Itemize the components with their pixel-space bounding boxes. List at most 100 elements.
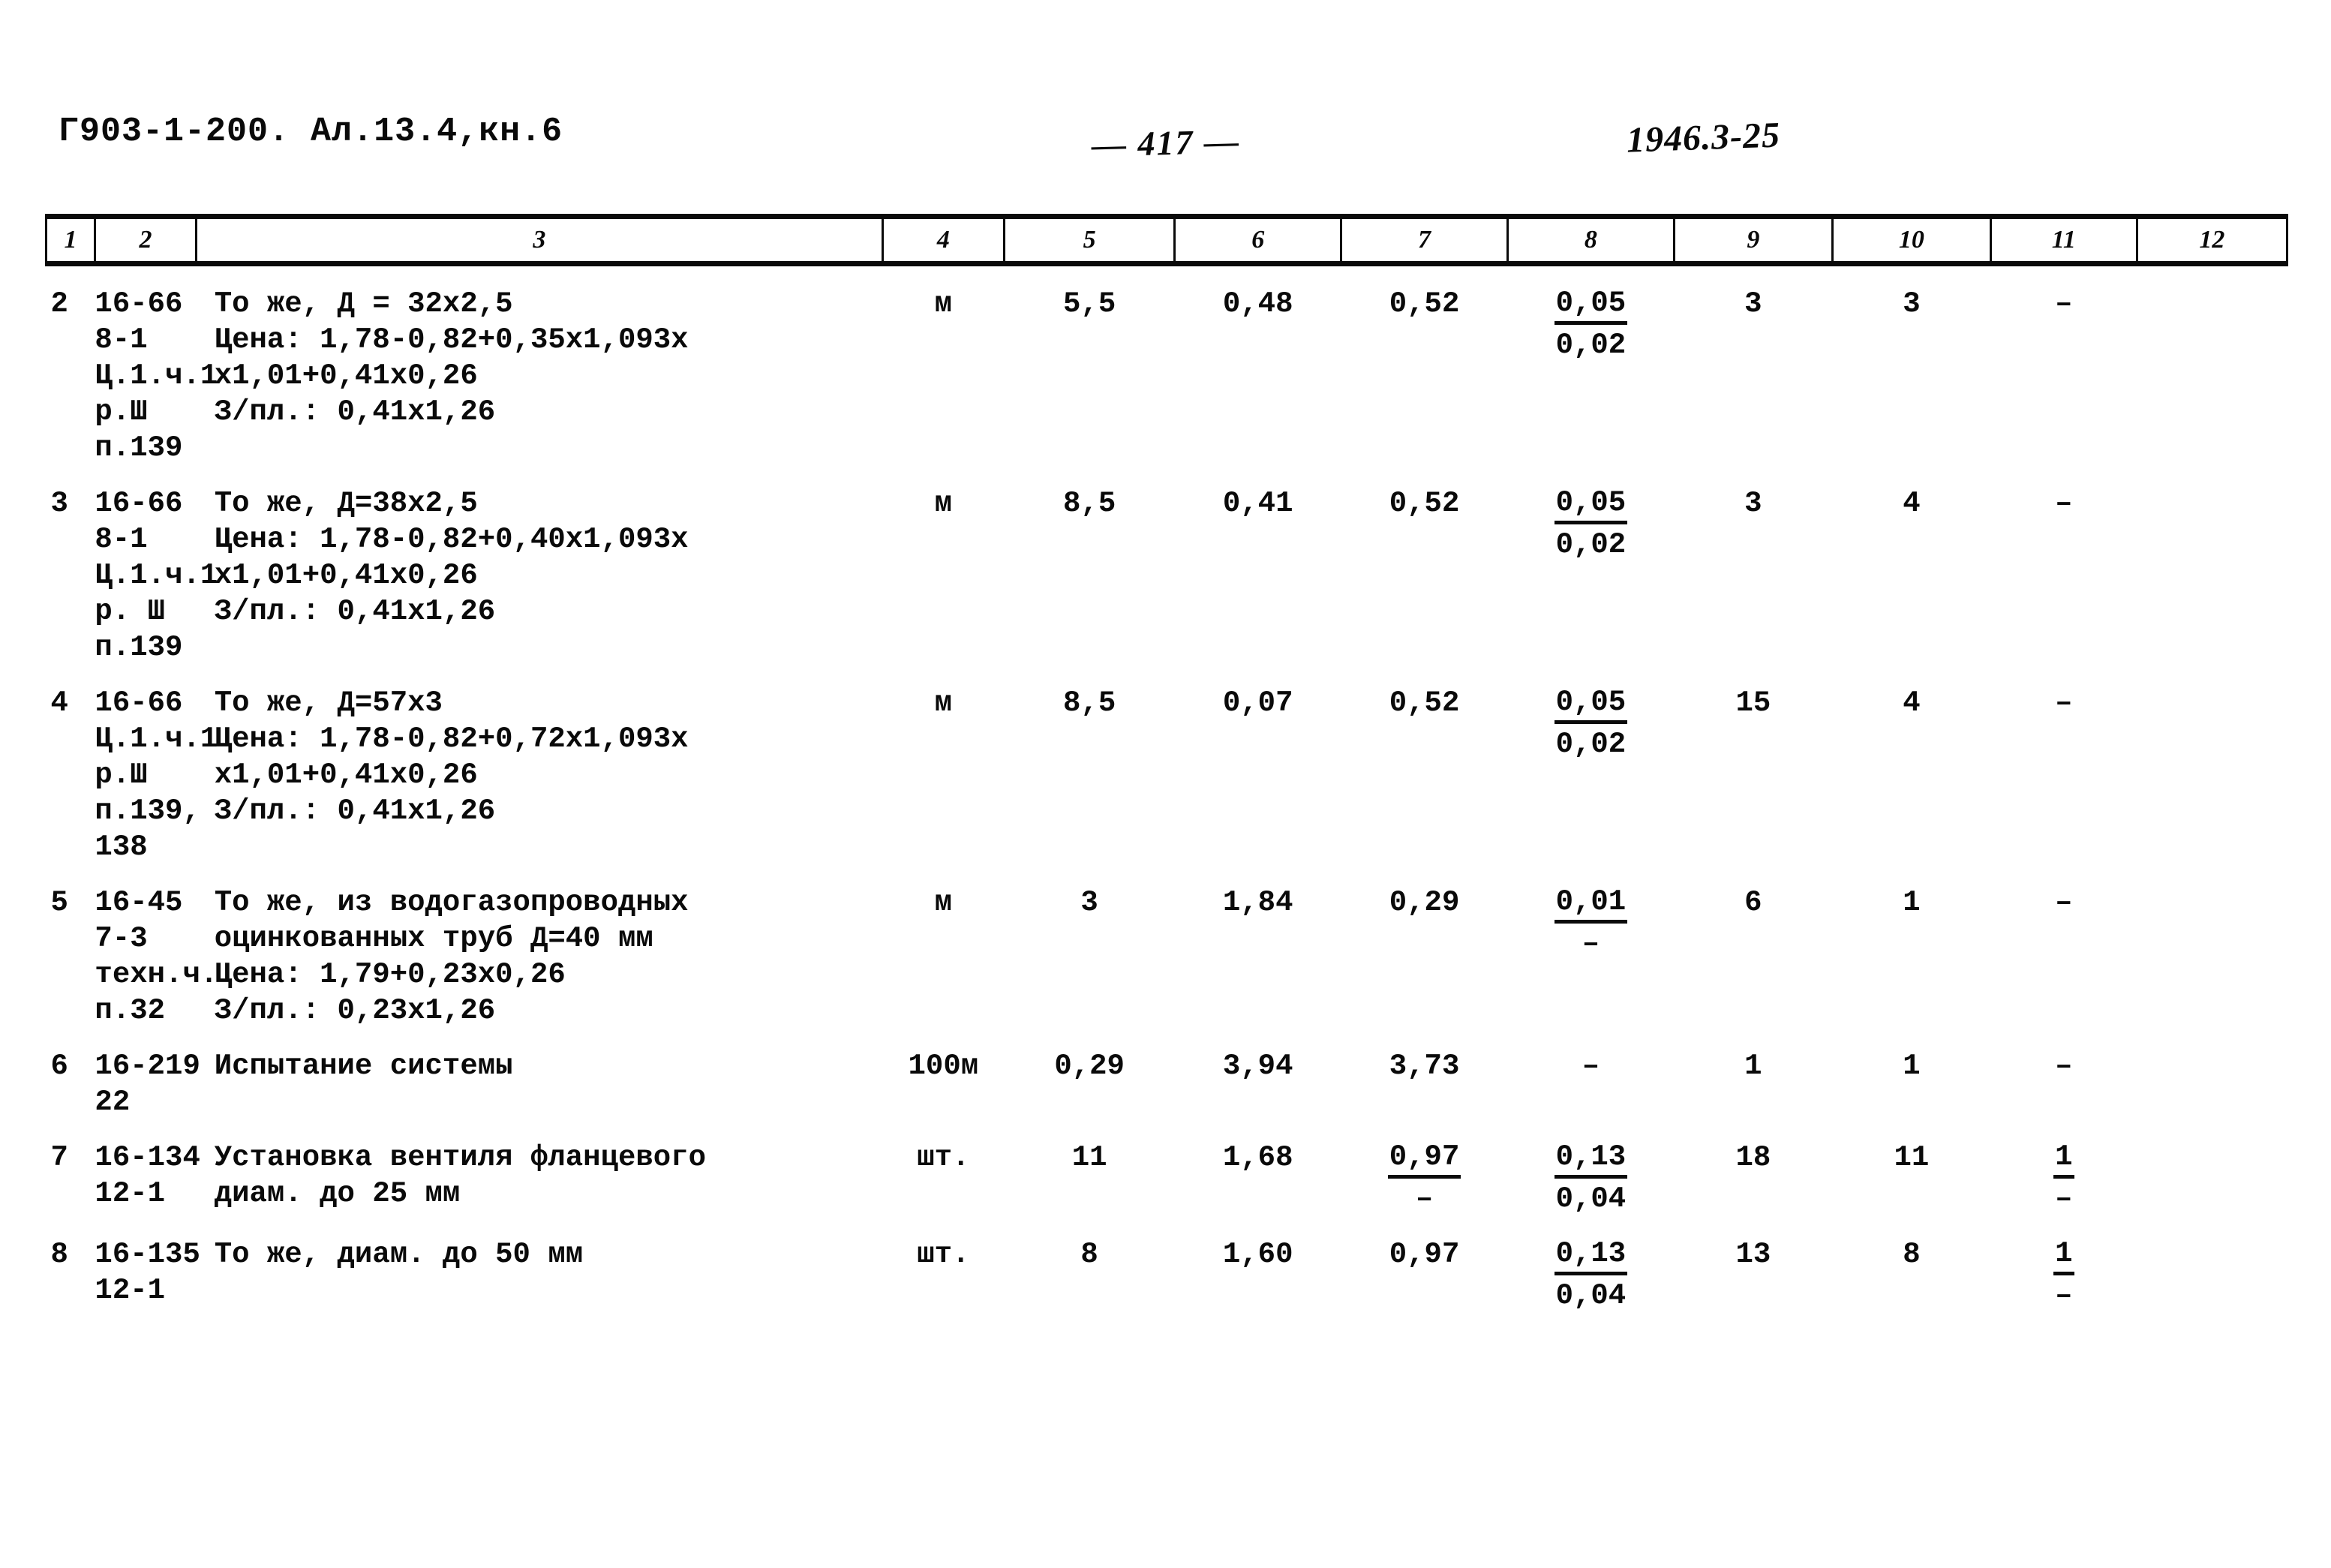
row-col9: 3 bbox=[1744, 487, 1762, 520]
row-code: 16-134 12-1 bbox=[95, 1141, 200, 1210]
estimate-table: 1 2 3 4 5 6 7 8 9 10 11 12 2 16-66 8-1 Ц.1.ч.1 р.Ш п… bbox=[45, 214, 2289, 1314]
fraction-denominator: 0,02 bbox=[1555, 528, 1627, 561]
row-col10: 1 bbox=[1903, 1050, 1921, 1083]
column-header-8: 8 bbox=[1506, 214, 1675, 266]
row-col7: 0,97– bbox=[1341, 1120, 1508, 1217]
fraction-numerator: 0,05 bbox=[1554, 286, 1628, 325]
table-header-row: 1 2 3 4 5 6 7 8 9 10 11 12 bbox=[45, 214, 2289, 266]
fraction-denominator: – bbox=[2055, 1279, 2073, 1312]
fraction-denominator: 0,02 bbox=[1555, 728, 1627, 761]
row-col10: 1 bbox=[1903, 886, 1921, 919]
row-number: 8 bbox=[50, 1238, 68, 1271]
row-description: Установка вентиля фланцевого диам. до 25… bbox=[214, 1141, 706, 1210]
row-col7: 0,52 bbox=[1389, 287, 1460, 320]
fraction-denominator: 0,02 bbox=[1555, 329, 1627, 362]
fraction-denominator: 0,04 bbox=[1555, 1279, 1627, 1312]
row-code: 16-219 22 bbox=[95, 1050, 200, 1119]
row-col11: 1– bbox=[1990, 1120, 2137, 1217]
row-col5: 8,5 bbox=[1063, 686, 1116, 719]
column-header-5: 5 bbox=[1002, 214, 1176, 266]
row-col12 bbox=[2137, 264, 2287, 467]
fraction-numerator: 0,97 bbox=[1387, 1140, 1461, 1179]
row-col5: 8,5 bbox=[1063, 487, 1116, 520]
column-header-1: 1 bbox=[45, 214, 96, 266]
fraction: 0,01– bbox=[1554, 885, 1628, 961]
row-unit: шт. bbox=[917, 1141, 970, 1174]
row-col9: 6 bbox=[1744, 886, 1762, 919]
row-code: 16-45 7-3 техн.ч. п.32 bbox=[95, 886, 218, 1027]
table-row: 7 16-134 12-1 Установка вентиля фланцевого… bbox=[47, 1120, 2287, 1217]
row-description: То же, диам. до 50 мм bbox=[214, 1238, 584, 1271]
row-col6: 3,94 bbox=[1222, 1050, 1293, 1083]
column-header-9: 9 bbox=[1672, 214, 1834, 266]
row-description: То же, из водогазопроводных оцинкованных… bbox=[214, 886, 689, 1027]
row-col5: 8 bbox=[1080, 1238, 1098, 1271]
row-unit: м bbox=[934, 686, 953, 719]
table-row: 8 16-135 12-1 То же, диам. до 50 мм шт. 8 1,6… bbox=[47, 1217, 2287, 1314]
row-col12 bbox=[2137, 1120, 2287, 1217]
fraction-denominator: 0,04 bbox=[1555, 1182, 1627, 1215]
row-col6: 0,41 bbox=[1222, 487, 1293, 520]
row-col9: 3 bbox=[1744, 287, 1762, 320]
row-col7: 0,52 bbox=[1389, 487, 1460, 520]
row-col11: 1– bbox=[1990, 1217, 2137, 1314]
row-col11: – bbox=[2055, 487, 2073, 520]
row-description: То же, Д=38x2,5 Цена: 1,78-0,82+0,40x1,0… bbox=[214, 487, 689, 628]
row-number: 3 bbox=[50, 487, 68, 520]
row-description: То же, Д=57x3 Цена: 1,78-0,82+0,72x1,093… bbox=[214, 686, 689, 828]
fraction: 1– bbox=[2053, 1236, 2074, 1313]
row-col5: 3 bbox=[1080, 886, 1098, 919]
row-col10: 4 bbox=[1903, 686, 1921, 719]
row-col5: 0,29 bbox=[1054, 1050, 1125, 1083]
column-header-12: 12 bbox=[2135, 214, 2289, 266]
row-col8: – bbox=[1582, 1050, 1600, 1083]
column-header-2: 2 bbox=[93, 214, 198, 266]
row-col8: 0,01– bbox=[1507, 865, 1674, 1029]
row-col11: – bbox=[2055, 1050, 2073, 1083]
row-unit: м bbox=[934, 287, 953, 320]
row-number: 5 bbox=[50, 886, 68, 919]
row-col9: 1 bbox=[1744, 1050, 1762, 1083]
row-col12 bbox=[2137, 466, 2287, 665]
row-number: 4 bbox=[50, 686, 68, 719]
fraction: 0,05 0,02 bbox=[1554, 485, 1628, 562]
archive-stamp: 1946.3-25 bbox=[1626, 115, 1781, 161]
row-col12 bbox=[2137, 1217, 2287, 1314]
row-col6: 1,60 bbox=[1222, 1238, 1293, 1271]
row-unit: м bbox=[934, 487, 953, 520]
fraction: 0,05 0,02 bbox=[1554, 685, 1628, 761]
row-col12 bbox=[2137, 665, 2287, 865]
fraction-denominator: – bbox=[2055, 1182, 2073, 1215]
fraction: 0,13 0,04 bbox=[1554, 1236, 1628, 1313]
fraction-denominator: – bbox=[1582, 927, 1600, 960]
row-col7: 3,73 bbox=[1389, 1050, 1460, 1083]
row-col8: 0,13 0,04 bbox=[1507, 1217, 1674, 1314]
fraction-numerator: 0,13 bbox=[1554, 1140, 1628, 1179]
row-col9: 15 bbox=[1735, 686, 1771, 719]
fraction-numerator: 0,13 bbox=[1554, 1236, 1628, 1275]
row-col11: – bbox=[2055, 686, 2073, 719]
row-col7: 0,29 bbox=[1389, 886, 1460, 919]
row-col8: 0,05 0,02 bbox=[1507, 466, 1674, 665]
column-header-6: 6 bbox=[1173, 214, 1343, 266]
row-col6: 1,84 bbox=[1222, 886, 1293, 919]
row-col8: 0,05 0,02 bbox=[1507, 264, 1674, 467]
column-header-11: 11 bbox=[1989, 214, 2138, 266]
fraction-numerator: 1 bbox=[2053, 1140, 2074, 1179]
row-unit: шт. bbox=[917, 1238, 970, 1271]
row-col6: 0,48 bbox=[1222, 287, 1293, 320]
column-header-7: 7 bbox=[1340, 214, 1509, 266]
row-code: 16-66 8-1 Ц.1.ч.1 р. Ш п.139 bbox=[95, 487, 218, 664]
fraction: 0,97– bbox=[1387, 1140, 1461, 1216]
row-code: 16-135 12-1 bbox=[95, 1238, 200, 1307]
fraction: 0,13 0,04 bbox=[1554, 1140, 1628, 1216]
scanned-page: Г903-1-200. Ал.13.4,кн.6 — 417 — 1946.3-… bbox=[0, 0, 2331, 1568]
column-header-4: 4 bbox=[881, 214, 1006, 266]
fraction: 0,05 0,02 bbox=[1554, 286, 1628, 362]
row-col6: 0,07 bbox=[1222, 686, 1293, 719]
fraction-denominator: – bbox=[1415, 1182, 1434, 1215]
row-number: 6 bbox=[50, 1050, 68, 1083]
row-col12 bbox=[2137, 865, 2287, 1029]
table-row: 6 16-219 22 Испытание системы 100м 0,29 3,94 3… bbox=[47, 1029, 2287, 1120]
row-col7: 0,97 bbox=[1389, 1238, 1460, 1271]
